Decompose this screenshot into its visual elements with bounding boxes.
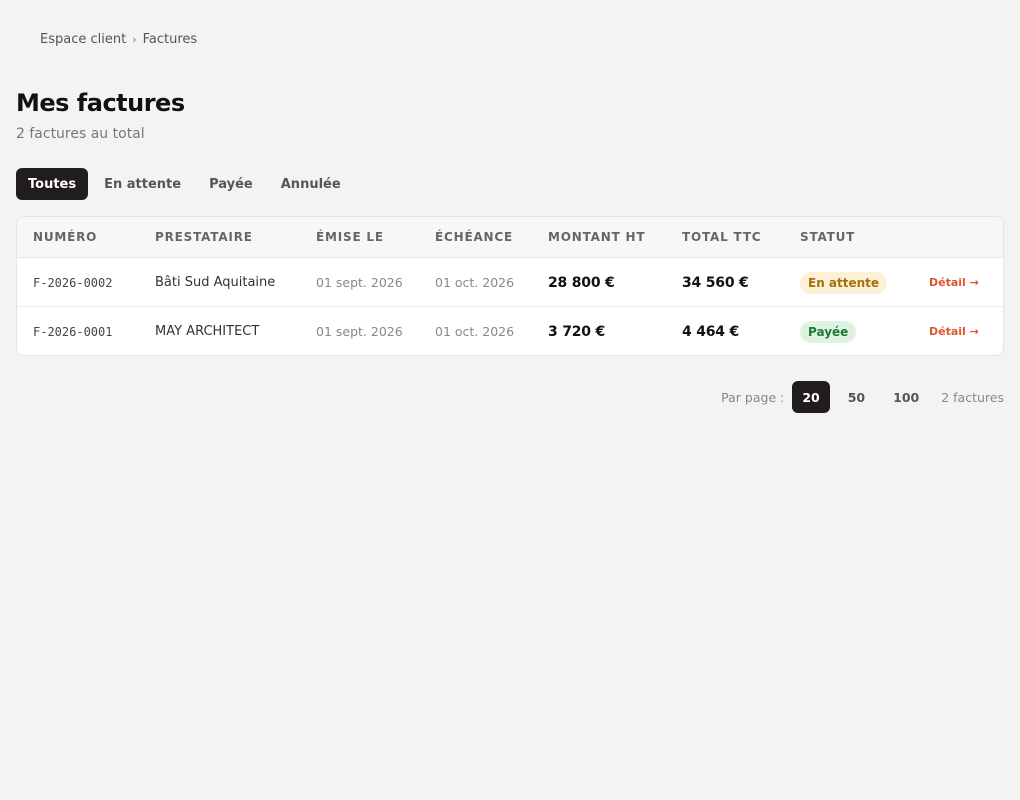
issue-date: 01 sept. 2026: [316, 275, 403, 290]
breadcrumb: Espace client › Factures: [40, 32, 197, 48]
provider-name: MAY ARCHITECT: [155, 324, 260, 339]
tab-annulee[interactable]: Annulée: [269, 168, 353, 200]
breadcrumb-separator-icon: ›: [132, 33, 137, 46]
page-title: Mes factures: [16, 89, 185, 117]
amount-ht: 28 800 €: [548, 274, 615, 291]
column-header-echeance[interactable]: ÉCHÉANCE: [435, 230, 513, 244]
status-cell: Payée: [800, 307, 857, 355]
column-header-numero[interactable]: NUMÉRO: [33, 230, 97, 244]
per-page-50-button[interactable]: 50: [838, 381, 875, 413]
invoice-number: F-2026-0002: [33, 275, 113, 290]
tab-en-attente[interactable]: En attente: [92, 168, 193, 200]
per-page-100-button[interactable]: 100: [883, 381, 929, 413]
filter-tabs: Toutes En attente Payée Annulée: [16, 168, 353, 200]
table-header: NUMÉRO PRESTATAIRE ÉMISE LE ÉCHÉANCE MON…: [17, 217, 1003, 258]
status-badge: En attente: [800, 271, 888, 294]
total-ttc: 34 560 €: [682, 274, 749, 291]
invoices-table: NUMÉRO PRESTATAIRE ÉMISE LE ÉCHÉANCE MON…: [16, 216, 1004, 356]
provider-name: Bâti Sud Aquitaine: [155, 275, 276, 290]
breadcrumb-link-espace-client[interactable]: Espace client: [40, 32, 126, 48]
column-header-total-ttc[interactable]: TOTAL TTC: [682, 230, 761, 244]
detail-cell: Détail →: [929, 258, 979, 307]
column-header-prestataire[interactable]: PRESTATAIRE: [155, 230, 253, 244]
page: Espace client › Factures Mes factures 2 …: [0, 0, 1020, 800]
column-header-montant-ht[interactable]: MONTANT HT: [548, 230, 645, 244]
detail-cell: Détail →: [929, 307, 979, 355]
issue-date: 01 sept. 2026: [316, 324, 403, 339]
total-count: 2 factures: [941, 389, 1004, 405]
column-header-emise-le[interactable]: ÉMISE LE: [316, 230, 384, 244]
detail-link[interactable]: Détail →: [929, 325, 979, 338]
tab-toutes[interactable]: Toutes: [16, 168, 89, 200]
amount-ht: 3 720 €: [548, 323, 606, 340]
tab-payee[interactable]: Payée: [197, 168, 265, 200]
table-row[interactable]: F-2026-0001 MAY ARCHITECT 01 sept. 2026 …: [17, 307, 1003, 355]
breadcrumb-current: Factures: [142, 32, 198, 47]
table-row[interactable]: F-2026-0002 Bâti Sud Aquitaine 01 sept. …: [17, 258, 1003, 307]
due-date: 01 oct. 2026: [435, 324, 515, 339]
per-page-20-button[interactable]: 20: [792, 381, 830, 413]
column-header-statut[interactable]: STATUT: [800, 230, 855, 244]
status-cell: En attente: [800, 258, 888, 307]
due-date: 01 oct. 2026: [435, 275, 515, 290]
detail-link[interactable]: Détail →: [929, 276, 979, 289]
invoice-number: F-2026-0001: [33, 324, 113, 339]
per-page-label: Par page :: [721, 389, 785, 405]
status-badge: Payée: [800, 320, 857, 343]
pagination: Par page : 20 50 100 2 factures: [721, 381, 1004, 413]
total-ttc: 4 464 €: [682, 323, 740, 340]
page-subtitle: 2 factures au total: [16, 126, 145, 142]
